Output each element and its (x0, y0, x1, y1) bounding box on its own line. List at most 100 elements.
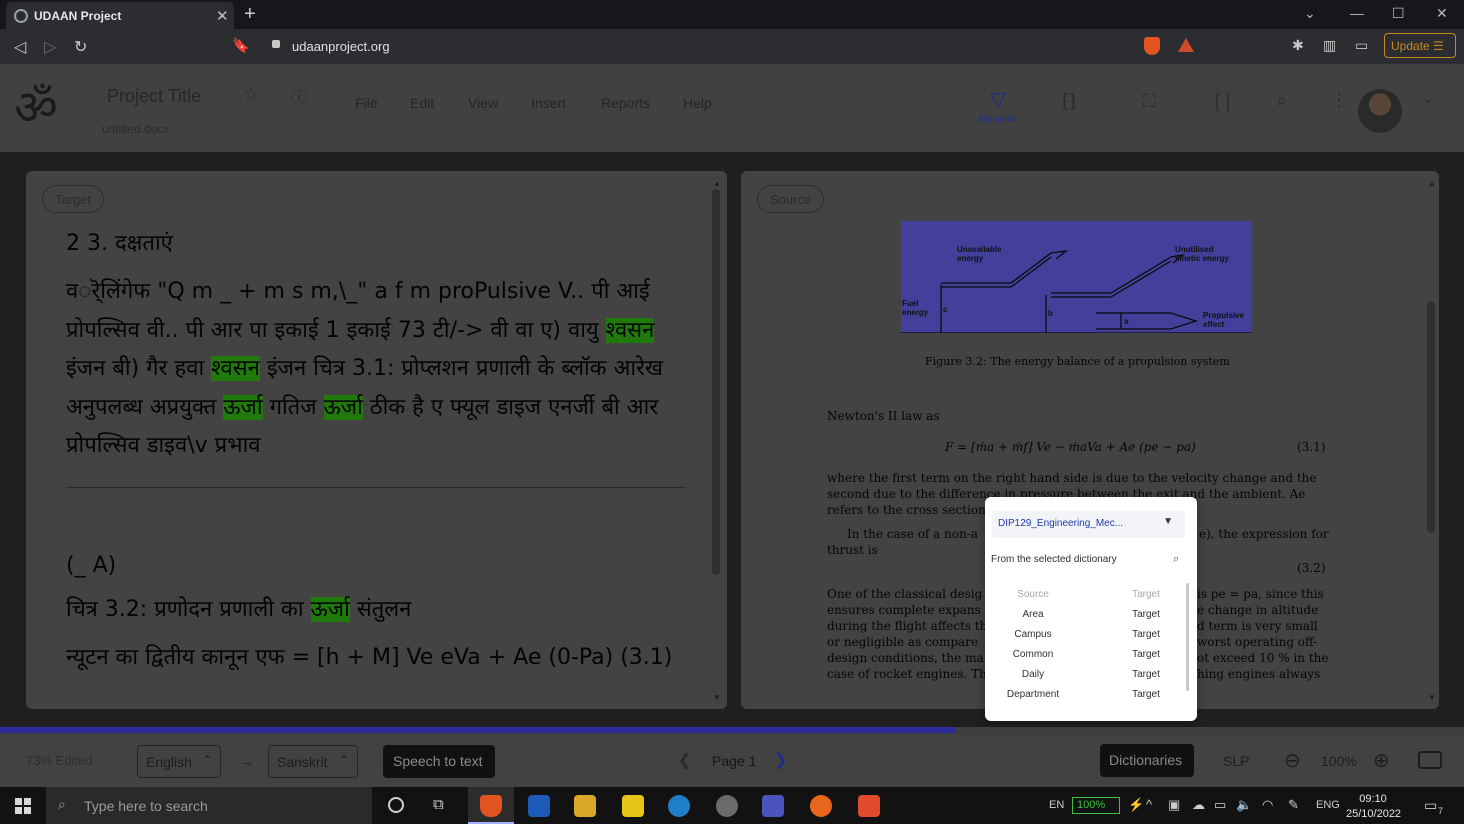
crop-icon[interactable]: ⛶ (1143, 91, 1156, 112)
target-line-5[interactable]: प्रोपल्सिव डाइव\v प्रभाव (66, 429, 261, 459)
fit-screen-icon[interactable] (1418, 751, 1442, 769)
target-scrollbar[interactable] (712, 189, 720, 575)
update-button[interactable]: Update ☰ (1384, 33, 1456, 58)
source-scrollbar[interactable] (1427, 301, 1435, 533)
menu-edit[interactable]: Edit (410, 95, 434, 111)
menu-file[interactable]: File (355, 95, 378, 111)
target-newton-line[interactable]: न्यूटन का द्वितीय कानून एफ = [h + M] Ve … (66, 641, 672, 671)
scroll-down-icon[interactable]: ▼ (713, 693, 721, 702)
chevron-down-icon[interactable]: ⌄ (1422, 90, 1434, 107)
brave-app-icon[interactable] (480, 795, 502, 817)
file-explorer-app-icon[interactable] (574, 795, 596, 817)
dictionary-scrollbar[interactable] (1186, 583, 1189, 691)
brave-shield-icon[interactable] (1144, 37, 1160, 55)
volume-icon[interactable]: 🔈 (1236, 797, 1252, 813)
target-section[interactable]: (_ A) (66, 553, 116, 578)
keyboard-language[interactable]: ENG (1316, 799, 1340, 811)
dict-row-source[interactable]: Campus (998, 629, 1068, 640)
settings-app-icon[interactable] (716, 795, 738, 817)
target-caption[interactable]: चित्र 3.2: प्रणोदन प्रणाली का ऊर्जा संतु… (66, 593, 411, 623)
zoom-out-icon[interactable]: ⊖ (1284, 748, 1301, 773)
sticky-notes-app-icon[interactable] (622, 795, 644, 817)
close-window-icon[interactable]: ✕ (1436, 5, 1448, 22)
target-line-2[interactable]: प्रोपल्सिव वी.. पी आर पा इकाई 1 इकाई 73 … (66, 314, 655, 344)
pen-icon[interactable]: ✎ (1288, 797, 1299, 813)
wifi-icon[interactable]: ◠ (1262, 797, 1273, 813)
dict-row-source[interactable]: Area (998, 609, 1068, 620)
wallet-icon[interactable]: ▭ (1355, 37, 1368, 54)
next-page-icon[interactable]: ❯ (774, 750, 787, 770)
info-icon[interactable]: ⓘ (291, 84, 307, 108)
slp-button[interactable]: SLP (1223, 753, 1249, 769)
search-icon[interactable]: ⌕ (1173, 553, 1179, 566)
dict-row-source[interactable]: Common (998, 649, 1068, 660)
teams-app-icon[interactable] (762, 795, 784, 817)
target-line-3[interactable]: इंजन बी) गैर हवा श्वसन इंजन चित्र 3.1: प… (66, 352, 663, 382)
menu-insert[interactable]: Insert (531, 95, 566, 111)
outlook-app-icon[interactable] (528, 795, 550, 817)
dict-row-target[interactable]: Target (1111, 629, 1181, 640)
new-tab-icon[interactable]: + (244, 3, 256, 26)
dict-row-target[interactable]: Target (1111, 669, 1181, 680)
address-bar[interactable]: udaanproject.org (260, 33, 1140, 60)
dict-row-target[interactable]: Target (1111, 649, 1181, 660)
bookmark-icon[interactable]: 🔖 (232, 37, 249, 54)
dictionary-select[interactable]: DIP129_Engineering_Mec... ▼ (992, 511, 1185, 538)
scroll-up-icon[interactable]: ▲ (713, 179, 721, 188)
menu-help[interactable]: Help (683, 95, 712, 111)
reload-icon[interactable]: ↻ (74, 37, 87, 57)
scroll-up-icon[interactable]: ▲ (1428, 179, 1436, 188)
split-view-icon[interactable]: ⁅⁆ (1062, 91, 1076, 112)
taskbar-clock[interactable]: 09:10 25/10/2022 (1346, 792, 1401, 822)
elements-button[interactable]: ▽ Elements (976, 90, 1020, 124)
menu-reports[interactable]: Reports (601, 95, 650, 111)
search-icon[interactable]: ⌕ (1277, 90, 1287, 111)
network-icon[interactable]: ▭ (1214, 797, 1226, 813)
tab-search-chevron-icon[interactable]: ⌄ (1304, 5, 1316, 22)
fullscreen-icon[interactable]: [ ] (1215, 91, 1230, 112)
highlighted-term[interactable]: श्वसन (605, 318, 655, 343)
highlighted-term[interactable]: श्वसन (211, 356, 260, 381)
windows-start-icon[interactable] (15, 798, 31, 814)
sidebar-icon[interactable]: ▥ (1323, 37, 1336, 54)
figma-app-icon[interactable] (858, 795, 880, 817)
taskbar-search[interactable]: ⌕ Type here to search (46, 787, 372, 824)
dict-row-source[interactable]: Daily (998, 669, 1068, 680)
star-icon[interactable]: ☆ (243, 84, 259, 105)
browser-tab[interactable]: UDAAN Project ✕ (6, 2, 234, 29)
cortana-icon[interactable] (388, 797, 404, 813)
more-icon[interactable]: ⋮ (1330, 90, 1348, 111)
battery-indicator[interactable]: 100% (1072, 797, 1120, 814)
forward-icon[interactable]: ▷ (44, 37, 56, 57)
minimize-icon[interactable]: — (1350, 5, 1364, 21)
scroll-down-icon[interactable]: ▼ (1428, 693, 1436, 702)
dictionaries-button[interactable]: Dictionaries (1100, 744, 1194, 777)
task-view-icon[interactable]: ⧉ (433, 796, 444, 813)
zoom-in-icon[interactable]: ⊕ (1373, 748, 1390, 773)
firefox-app-icon[interactable] (810, 795, 832, 817)
onedrive-icon[interactable]: ☁ (1192, 797, 1205, 813)
project-title[interactable]: Project Title (107, 86, 201, 107)
maximize-icon[interactable]: ☐ (1392, 5, 1405, 22)
notification-icon[interactable]: ▭ (1424, 797, 1437, 814)
highlighted-term[interactable]: ऊर्जा (310, 597, 350, 622)
tray-device-icon[interactable]: ▣ (1168, 797, 1180, 813)
dict-row-target[interactable]: Target (1111, 609, 1181, 620)
tray-chevron-icon[interactable]: ^ (1146, 797, 1152, 812)
previous-page-icon[interactable]: ❮ (678, 750, 691, 770)
back-icon[interactable]: ◁ (14, 37, 26, 57)
dict-row-source[interactable]: Department (998, 689, 1068, 700)
avatar[interactable] (1358, 89, 1402, 133)
source-language-select[interactable]: English ⌃ (137, 745, 221, 778)
target-heading[interactable]: 2 3. दक्षताएं (66, 227, 173, 257)
speech-to-text-button[interactable]: Speech to text (383, 745, 495, 778)
menu-view[interactable]: View (468, 95, 498, 111)
highlighted-term[interactable]: ऊर्जा (223, 395, 263, 420)
highlighted-term[interactable]: ऊर्जा (323, 395, 363, 420)
extensions-icon[interactable]: ✱ (1292, 37, 1304, 54)
target-line-4[interactable]: अनुपलब्ध अप्रयुक्त ऊर्जा गतिज ऊर्जा ठीक … (66, 391, 658, 421)
input-language-short[interactable]: EN (1049, 799, 1064, 811)
dict-row-target[interactable]: Target (1111, 689, 1181, 700)
close-tab-icon[interactable]: ✕ (216, 7, 229, 25)
target-line-1[interactable]: वर्ॆलिंगेफ "Q m _ + m s m,\_" a f m proP… (66, 275, 650, 305)
